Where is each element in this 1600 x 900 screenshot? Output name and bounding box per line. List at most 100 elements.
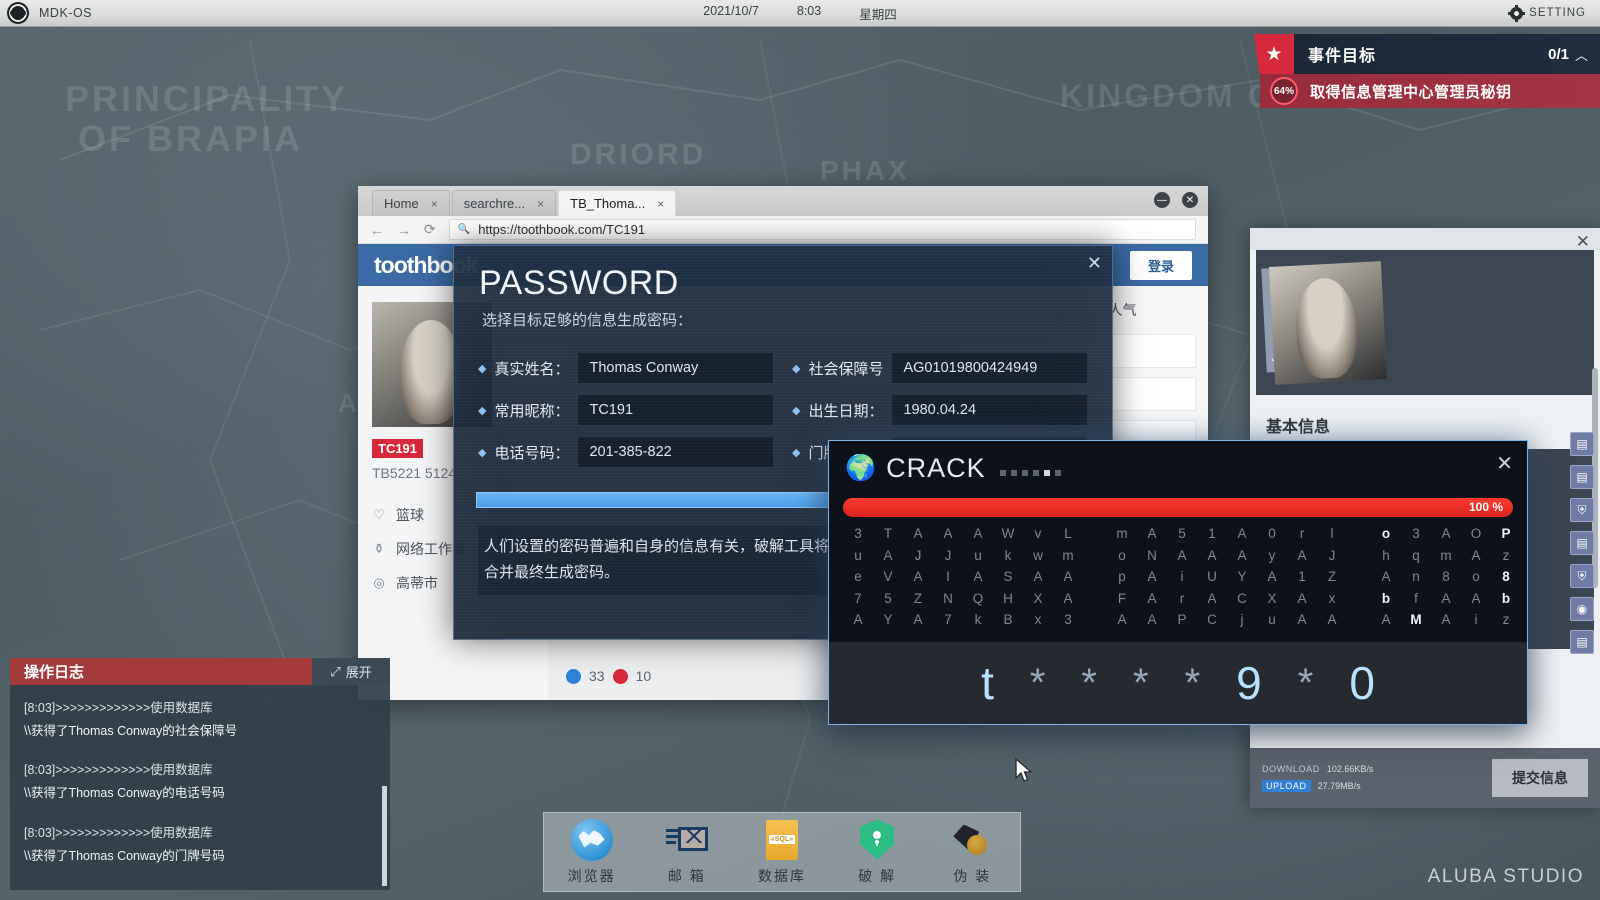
tab-close-icon[interactable]: × bbox=[537, 197, 544, 211]
objective-count: 0/1 bbox=[1548, 46, 1569, 63]
matrix-char: r bbox=[1287, 525, 1317, 544]
submit-info-button[interactable]: 提交信息 bbox=[1492, 759, 1588, 797]
matrix-char: A bbox=[843, 611, 873, 630]
matrix-char: A bbox=[1287, 611, 1317, 630]
matrix-char: I bbox=[933, 568, 963, 587]
password-field[interactable]: ◆电话号码：201-385-822 bbox=[478, 436, 774, 468]
close-button[interactable]: ✕ bbox=[1182, 192, 1198, 208]
gear-icon bbox=[1510, 7, 1523, 20]
matrix-char: e bbox=[843, 568, 873, 587]
crack-loading-dots bbox=[1000, 470, 1061, 476]
matrix-char: A bbox=[1197, 590, 1227, 609]
document-icon[interactable]: ▤ bbox=[1570, 531, 1594, 555]
matrix-char: A bbox=[1431, 525, 1461, 544]
matrix-char: V bbox=[873, 568, 903, 587]
matrix-char: A bbox=[1521, 611, 1528, 630]
matrix-char: O bbox=[1461, 525, 1491, 544]
matrix-char: A bbox=[1137, 568, 1167, 587]
matrix-char: 8 bbox=[1491, 568, 1521, 587]
crack-progress-fill bbox=[843, 498, 1513, 517]
matrix-char: C bbox=[1227, 590, 1257, 609]
log-entry: [8:03]>>>>>>>>>>>>>使用数据库\\获得了Thomas Conw… bbox=[24, 759, 376, 805]
revealed-char: * bbox=[1298, 663, 1314, 703]
matrix-char: A bbox=[1137, 525, 1167, 544]
matrix-char: w bbox=[1023, 547, 1053, 566]
minimize-button[interactable]: — bbox=[1154, 192, 1170, 208]
document-icon[interactable]: ▤ bbox=[1570, 465, 1594, 489]
matrix-char: 3 bbox=[1401, 525, 1431, 544]
matrix-char: 5 bbox=[1167, 525, 1197, 544]
dock-item-mail[interactable]: 邮 箱 bbox=[646, 819, 728, 886]
thumbs-up-icon bbox=[566, 669, 581, 684]
password-dialog-close-button[interactable]: ✕ bbox=[1087, 254, 1102, 272]
panel-footer: DOWNLOAD 102.66KB/s UPLOAD 27.79MB/s 提交信… bbox=[1250, 748, 1600, 808]
dock-item-crack[interactable]: 破 解 bbox=[836, 819, 918, 886]
matrix-char: A bbox=[903, 568, 933, 587]
forward-icon[interactable]: → bbox=[397, 222, 411, 238]
dock-item-database[interactable]: «SQL» 数据库 bbox=[741, 819, 823, 886]
browser-url-bar: ← → ⟳ 🔍 https://toothbook.com/TC191 bbox=[358, 216, 1208, 244]
objective-task-row[interactable]: 64% 取得信息管理中心管理员秘钥 bbox=[1260, 74, 1600, 108]
back-icon[interactable]: ← bbox=[370, 222, 384, 238]
log-entry-head: [8:03]>>>>>>>>>>>>>使用数据库 bbox=[24, 759, 376, 782]
revealed-char: * bbox=[1030, 663, 1046, 703]
crack-title-bar: 🌍 CRACK ✕ bbox=[829, 441, 1527, 496]
password-field[interactable]: ◆社会保障号AG01019800424949 bbox=[792, 352, 1088, 384]
url-input[interactable]: 🔍 https://toothbook.com/TC191 bbox=[449, 219, 1196, 240]
globe-icon[interactable]: ◉ bbox=[1570, 597, 1594, 621]
document-icon[interactable]: ▤ bbox=[1570, 630, 1594, 654]
document-icon[interactable]: ▤ bbox=[1570, 432, 1594, 456]
browser-tab[interactable]: Home× bbox=[372, 190, 450, 216]
matrix-char: A bbox=[1287, 547, 1317, 566]
time-label: 8:03 bbox=[797, 4, 821, 23]
matrix-char: A bbox=[1167, 547, 1197, 566]
matrix-char: 0 bbox=[1257, 525, 1287, 544]
dock-item-browser[interactable]: 浏览器 bbox=[551, 819, 633, 886]
shield-icon[interactable]: ⛨ bbox=[1570, 498, 1594, 522]
matrix-column: 3TAAAWvLuAJJukwmeVAIASAA75ZNQHXAAYA7kBx3 bbox=[843, 525, 1083, 630]
objective-header[interactable]: ★ 事件目标 0/1 ︿ bbox=[1260, 34, 1600, 74]
matrix-row: AAPCjuAA bbox=[1107, 611, 1347, 630]
browser-tab[interactable]: TB_Thoma...× bbox=[558, 190, 676, 216]
revealed-char: 0 bbox=[1349, 660, 1375, 706]
shield-icon[interactable]: ⛨ bbox=[1570, 564, 1594, 588]
bullet-icon: ◆ bbox=[478, 362, 486, 375]
matrix-char: A bbox=[1137, 590, 1167, 609]
field-value: AG01019800424949 bbox=[891, 352, 1088, 384]
dock-item-disguise[interactable]: 伪 装 bbox=[931, 819, 1013, 886]
disguise-icon bbox=[951, 819, 993, 861]
operation-log-panel[interactable]: 操作日志 ⤢ 展开 [8:03]>>>>>>>>>>>>>使用数据库\\获得了T… bbox=[10, 658, 390, 890]
expand-icon: ⤢ bbox=[330, 664, 340, 680]
matrix-char: p bbox=[1107, 568, 1137, 587]
operation-log-scrollbar[interactable] bbox=[382, 786, 387, 886]
tab-close-icon[interactable]: × bbox=[657, 197, 664, 211]
password-field[interactable]: ◆真实姓名：Thomas Conway bbox=[478, 352, 774, 384]
log-entry-body: \\获得了Thomas Conway的门牌号码 bbox=[24, 845, 376, 868]
password-field[interactable]: ◆出生日期：1980.04.24 bbox=[792, 394, 1088, 426]
matrix-char: 5 bbox=[873, 590, 903, 609]
matrix-char: A bbox=[873, 547, 903, 566]
matrix-row: AYA7kBx3 bbox=[843, 611, 1083, 630]
password-field[interactable]: ◆常用昵称：TC191 bbox=[478, 394, 774, 426]
matrix-char: A bbox=[1107, 611, 1137, 630]
matrix-char: 8 bbox=[1431, 568, 1461, 587]
tab-close-icon[interactable]: × bbox=[431, 197, 438, 211]
expand-label: 展开 bbox=[346, 662, 372, 681]
window-buttons: — ✕ bbox=[1154, 192, 1198, 208]
operation-log-expand-button[interactable]: ⤢ 展开 bbox=[312, 658, 390, 685]
browser-tab[interactable]: searchre...× bbox=[452, 190, 556, 216]
chevron-up-icon[interactable]: ︿ bbox=[1575, 45, 1588, 64]
likes-count: 33 bbox=[589, 668, 605, 684]
matrix-char: j bbox=[1227, 611, 1257, 630]
matrix-row: hqmAzAsO bbox=[1371, 547, 1528, 566]
crack-window[interactable]: 🌍 CRACK ✕ 100 % 3TAAAWvLuAJJukwmeVAIASAA… bbox=[828, 440, 1528, 725]
reload-icon[interactable]: ⟳ bbox=[424, 221, 436, 238]
matrix-char: J bbox=[933, 547, 963, 566]
panel-close-button[interactable]: ✕ bbox=[1576, 232, 1590, 252]
loading-dot bbox=[1011, 470, 1017, 476]
login-button[interactable]: 登录 bbox=[1130, 251, 1192, 280]
matrix-char: A bbox=[1197, 547, 1227, 566]
matrix-char: r bbox=[1167, 590, 1197, 609]
loading-dot bbox=[1033, 470, 1039, 476]
crack-close-button[interactable]: ✕ bbox=[1496, 451, 1513, 476]
